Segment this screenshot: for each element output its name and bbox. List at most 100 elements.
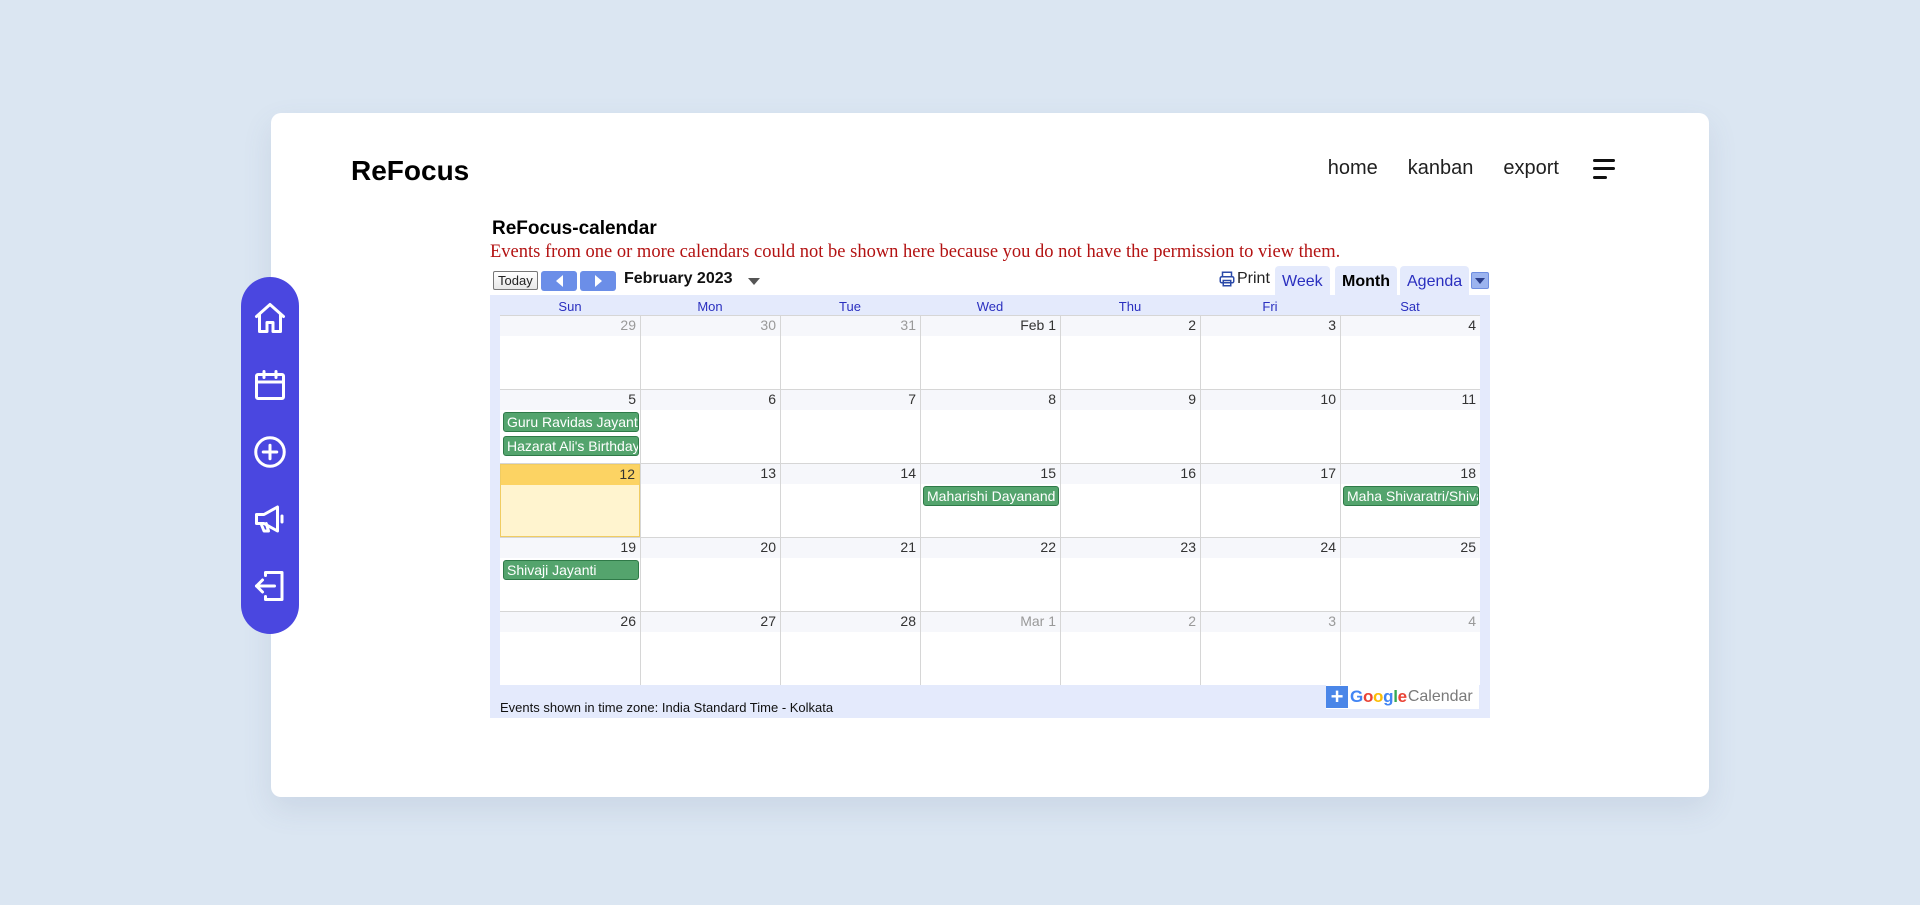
event-chip[interactable]: Hazarat Ali's Birthday [503, 436, 639, 456]
nav-home[interactable]: home [1328, 157, 1378, 180]
day-number: 31 [781, 316, 920, 336]
calendar-wordmark: Calendar [1407, 688, 1473, 705]
day-cell[interactable]: 11 [1340, 390, 1480, 463]
day-number: 11 [1341, 390, 1480, 410]
megaphone-icon [255, 505, 284, 533]
day-cell[interactable]: 3 [1200, 612, 1340, 685]
week-row: 26 27 28 Mar 1 2 3 4 [500, 611, 1480, 685]
day-cell[interactable]: 29 [500, 316, 640, 389]
week-row: 29 30 31 Feb 1 2 3 4 [500, 315, 1480, 389]
plus-icon: + [1326, 686, 1348, 708]
current-month-label: February 2023 [624, 270, 733, 287]
day-cell[interactable]: Mar 1 [920, 612, 1060, 685]
day-cell[interactable]: 9 [1060, 390, 1200, 463]
home-icon [255, 303, 285, 333]
sidebar [241, 277, 299, 634]
day-cell-today[interactable]: 12 [500, 464, 640, 537]
day-cell[interactable]: 7 [780, 390, 920, 463]
day-cell[interactable]: 27 [640, 612, 780, 685]
day-cell[interactable]: 30 [640, 316, 780, 389]
day-number: 6 [641, 390, 780, 410]
day-number: 2 [1061, 612, 1200, 632]
month-dropdown-icon[interactable] [748, 278, 760, 285]
day-cell[interactable]: 13 [640, 464, 780, 537]
day-number: 13 [641, 464, 780, 484]
tab-agenda[interactable]: Agenda [1400, 266, 1470, 296]
day-number: 30 [641, 316, 780, 336]
arrow-right-icon [594, 275, 602, 287]
day-cell[interactable]: 14 [780, 464, 920, 537]
day-number: 16 [1061, 464, 1200, 484]
dow-header: Fri [1262, 299, 1278, 314]
day-cell[interactable]: 23 [1060, 538, 1200, 611]
day-cell[interactable]: 2 [1060, 612, 1200, 685]
google-calendar-badge[interactable]: + Google Calendar [1326, 685, 1479, 709]
day-number: 10 [1201, 390, 1340, 410]
nav-kanban[interactable]: kanban [1408, 157, 1474, 180]
view-dropdown-button[interactable] [1471, 272, 1489, 289]
day-cell[interactable]: 24 [1200, 538, 1340, 611]
chevron-down-icon [1475, 277, 1485, 284]
day-number: 20 [641, 538, 780, 558]
day-cell[interactable]: 4 [1340, 612, 1480, 685]
day-cell[interactable]: 16 [1060, 464, 1200, 537]
day-cell[interactable]: 25 [1340, 538, 1480, 611]
sidebar-logout-button[interactable] [250, 566, 290, 606]
nav-export[interactable]: export [1503, 157, 1559, 180]
timezone-note: Events shown in time zone: India Standar… [500, 700, 834, 715]
tab-week[interactable]: Week [1275, 266, 1330, 296]
event-chip[interactable]: Maha Shivaratri/Shivaratri [1343, 486, 1479, 506]
sidebar-home-button[interactable] [250, 298, 290, 338]
sidebar-add-button[interactable] [250, 432, 290, 472]
top-nav: home kanban export [1298, 157, 1619, 180]
day-cell[interactable]: 10 [1200, 390, 1340, 463]
dow-header: Wed [976, 299, 1004, 314]
day-number: Feb 1 [921, 316, 1060, 336]
event-chip[interactable]: Shivaji Jayanti [503, 560, 639, 580]
arrow-left-icon [555, 275, 563, 287]
day-number: 22 [921, 538, 1060, 558]
print-button[interactable]: Print [1218, 270, 1270, 288]
day-cell[interactable]: 6 [640, 390, 780, 463]
week-row: 19 20 21 22 23 24 25 Shivaji Jayanti [500, 537, 1480, 611]
day-number: 26 [500, 612, 640, 632]
event-chip[interactable]: Maharishi Dayanand Saraswati Jayanti [923, 486, 1059, 506]
dow-header: Sun [558, 299, 582, 314]
tab-month[interactable]: Month [1335, 266, 1397, 296]
day-cell[interactable]: 4 [1340, 316, 1480, 389]
sidebar-announce-button[interactable] [250, 499, 290, 539]
day-number: 15 [921, 464, 1060, 484]
day-number: 18 [1341, 464, 1480, 484]
day-cell[interactable]: Feb 1 [920, 316, 1060, 389]
day-number: 27 [641, 612, 780, 632]
day-number: 3 [1201, 612, 1340, 632]
day-number: 5 [500, 390, 640, 410]
day-number: 25 [1341, 538, 1480, 558]
day-cell[interactable]: 8 [920, 390, 1060, 463]
calendar-title: ReFocus-calendar [492, 218, 657, 239]
day-cell[interactable]: 17 [1200, 464, 1340, 537]
prev-month-button[interactable] [541, 271, 577, 291]
today-button[interactable]: Today [493, 271, 538, 290]
day-number: Mar 1 [921, 612, 1060, 632]
day-number: 17 [1201, 464, 1340, 484]
day-number: 7 [781, 390, 920, 410]
calendar-toolbar: Today February 2023 Print Week Month Age… [490, 266, 1490, 296]
menu-icon[interactable] [1593, 158, 1619, 180]
day-cell[interactable]: 22 [920, 538, 1060, 611]
sidebar-calendar-button[interactable] [250, 365, 290, 405]
day-number: 2 [1061, 316, 1200, 336]
day-cell[interactable]: 2 [1060, 316, 1200, 389]
day-cell[interactable]: 28 [780, 612, 920, 685]
event-chip[interactable]: Guru Ravidas Jayanti [503, 412, 639, 432]
day-number: 24 [1201, 538, 1340, 558]
day-cell[interactable]: 20 [640, 538, 780, 611]
day-cell[interactable]: 3 [1200, 316, 1340, 389]
next-month-button[interactable] [580, 271, 616, 291]
day-cell[interactable]: 26 [500, 612, 640, 685]
week-row: 5 6 7 8 9 10 11 Guru Ravidas Jayanti Haz… [500, 389, 1480, 463]
day-cell[interactable]: 31 [780, 316, 920, 389]
dow-header: Tue [839, 299, 861, 314]
day-cell[interactable]: 21 [780, 538, 920, 611]
brand-logo[interactable]: ReFocus [351, 155, 469, 187]
